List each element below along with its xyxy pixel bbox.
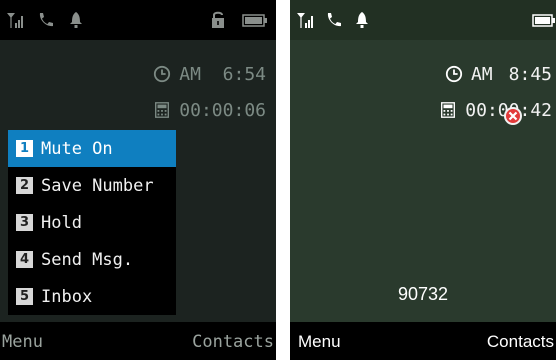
signal-icon bbox=[7, 13, 23, 28]
signal-icon bbox=[297, 13, 313, 28]
menu-softkey[interactable]: Menu bbox=[298, 332, 341, 352]
dialed-number: 90732 bbox=[397, 284, 449, 304]
status-bar bbox=[290, 0, 556, 40]
bell-icon bbox=[70, 12, 82, 28]
call-icon bbox=[327, 13, 341, 27]
menu-item-number: 5 bbox=[16, 288, 33, 305]
duration-row: 00:00:42 bbox=[439, 97, 552, 123]
am-pm: AM bbox=[470, 63, 493, 85]
timer-icon bbox=[441, 102, 456, 118]
timer-icon bbox=[155, 102, 170, 118]
menu-item-number: 1 bbox=[16, 140, 33, 157]
current-time: AM 6:54 bbox=[179, 63, 266, 85]
menu-softkey[interactable]: Menu bbox=[2, 332, 43, 352]
menu-item-label: Send Msg. bbox=[41, 249, 134, 270]
menu-item-mute-on[interactable]: 1 Mute On bbox=[8, 130, 176, 167]
current-time: 8:45 bbox=[508, 63, 552, 85]
phone-screen-right: AM 8:45 00:00:42 90732 Menu Contacts bbox=[290, 0, 556, 360]
menu-item-label: Mute On bbox=[41, 138, 113, 159]
clock-row: AM 6:54 bbox=[153, 61, 266, 87]
softkey-bar: Menu Contacts bbox=[290, 322, 556, 360]
phone-screen-left: AM 6:54 00:00:06 1 Mute On 2 Save Number… bbox=[0, 0, 276, 360]
bell-icon bbox=[356, 12, 368, 28]
menu-item-number: 4 bbox=[16, 251, 33, 268]
menu-item-label: Hold bbox=[41, 212, 82, 233]
clock-row: AM 8:45 bbox=[445, 61, 552, 87]
lock-icon bbox=[212, 11, 224, 28]
menu-item-hold[interactable]: 3 Hold bbox=[8, 204, 176, 241]
menu-item-send-msg[interactable]: 4 Send Msg. bbox=[8, 241, 176, 278]
softkey-bar: Menu Contacts bbox=[0, 322, 276, 360]
battery-icon bbox=[242, 14, 267, 27]
menu-item-inbox[interactable]: 5 Inbox bbox=[8, 278, 176, 315]
duration-row: 00:00:06 bbox=[153, 97, 266, 123]
menu-item-save-number[interactable]: 2 Save Number bbox=[8, 167, 176, 204]
menu-item-number: 3 bbox=[16, 214, 33, 231]
battery-icon bbox=[532, 14, 555, 27]
menu-item-label: Save Number bbox=[41, 175, 154, 196]
options-menu: 1 Mute On 2 Save Number 3 Hold 4 Send Ms… bbox=[8, 130, 176, 315]
cancel-icon[interactable] bbox=[503, 106, 523, 126]
status-bar bbox=[0, 0, 276, 40]
clock-icon bbox=[445, 65, 463, 83]
clock-icon bbox=[154, 65, 171, 83]
menu-item-label: Inbox bbox=[41, 286, 93, 307]
menu-item-number: 2 bbox=[16, 177, 33, 194]
call-duration: 00:00:06 bbox=[179, 99, 266, 121]
contacts-softkey[interactable]: Contacts bbox=[192, 332, 274, 352]
call-icon bbox=[39, 13, 53, 27]
contacts-softkey[interactable]: Contacts bbox=[487, 332, 554, 352]
